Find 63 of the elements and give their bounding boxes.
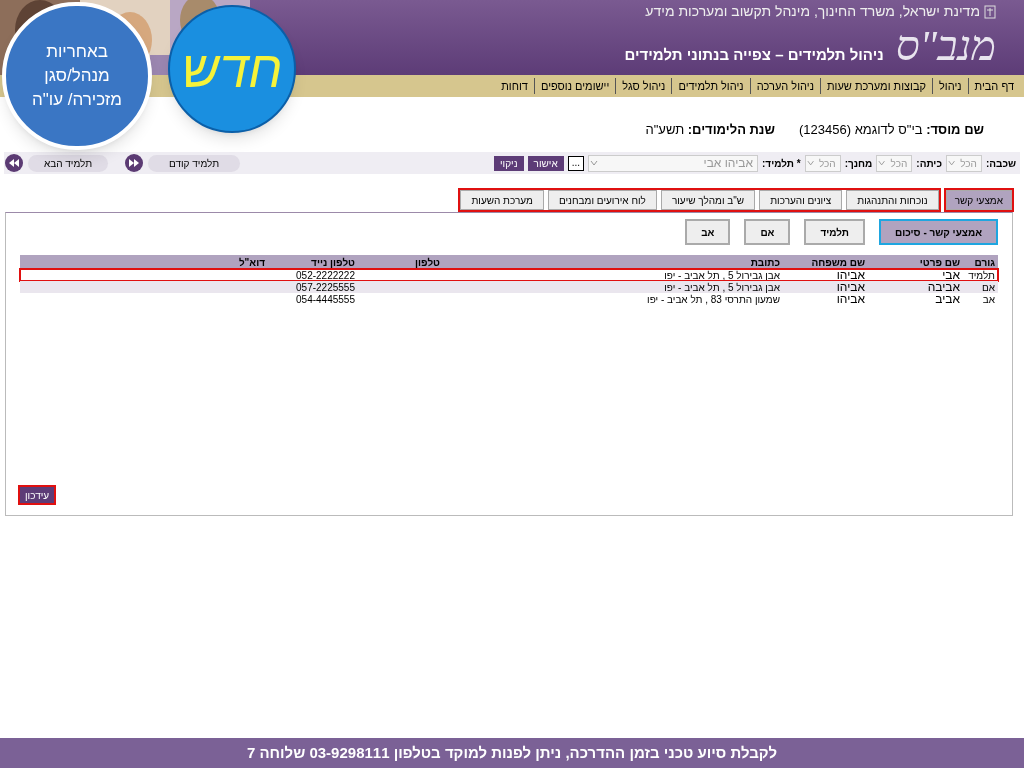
emblem-icon xyxy=(984,4,996,19)
tab[interactable]: לוח אירועים ומבחנים xyxy=(547,190,657,210)
column-header: דוא"ל xyxy=(237,255,266,270)
table-cell: אם xyxy=(981,281,995,293)
ministry-text: מדינת ישראל, משרד החינוך, מינהל תקשוב ומערכות מידע xyxy=(645,2,980,21)
tab[interactable]: מערכת השעות xyxy=(460,190,544,210)
column-header: טלפון נייד xyxy=(310,255,356,270)
prev-student-button[interactable]: תלמיד קודם xyxy=(148,154,240,172)
column-header: כתובת xyxy=(749,255,781,270)
table-cell: אבן גבירול 5 , תל אביב - יפו xyxy=(664,269,780,281)
tab[interactable]: אמצעי קשר xyxy=(945,190,1012,210)
nav-link[interactable]: יישומים נוספים xyxy=(533,77,616,95)
nav-link[interactable]: ניהול xyxy=(931,77,968,95)
logo: מנב"ס xyxy=(895,24,996,68)
table-cell: תלמיד xyxy=(968,269,995,281)
column-header: שם פרטי xyxy=(918,255,961,270)
browse-button[interactable]: ... xyxy=(567,155,585,171)
institution-name: שם מוסד: בי"ס לדוגמא (123456) xyxy=(798,120,984,139)
table-cell: אביהו xyxy=(836,280,865,294)
sub-tab[interactable]: אב xyxy=(685,219,731,245)
table-cell: אביב xyxy=(935,292,960,306)
nav-link[interactable]: דף הבית xyxy=(967,77,1020,95)
tab[interactable]: ציונים והערכות xyxy=(759,190,843,210)
column-header: שם משפחה xyxy=(810,255,866,270)
sub-tab[interactable]: אמצעי קשר - סיכום xyxy=(879,219,998,245)
nav-link[interactable]: קבוצות ומערכת שעות xyxy=(819,77,932,95)
page-title: ניהול תלמידים – צפייה בנתוני תלמידים xyxy=(624,44,884,65)
column-header: טלפון xyxy=(414,255,441,270)
nav-link[interactable]: ניהול סגל xyxy=(615,77,672,95)
caret-icon xyxy=(946,159,957,167)
table-cell: אבי xyxy=(942,268,960,282)
update-button[interactable]: עידכון xyxy=(20,487,55,503)
caret-icon xyxy=(805,159,815,167)
school-year: שנת הלימודים: תשע"ה xyxy=(645,120,775,139)
double-arrow-right-icon xyxy=(124,153,144,173)
table-cell: אביהו xyxy=(836,268,865,282)
table-cell: שמעון התרסי 83 , תל אביב - יפו xyxy=(647,293,780,305)
column-header: גורם xyxy=(973,255,996,270)
table-cell: אביבה xyxy=(927,280,960,294)
filter-label: מחנך: xyxy=(844,156,873,171)
next-student-button[interactable]: תלמיד הבא xyxy=(28,154,108,172)
table-cell: 054-4445555 xyxy=(296,293,355,305)
table-cell: אביהו xyxy=(836,292,865,306)
tab[interactable]: ש"ב ומהלך שיעור xyxy=(660,190,756,210)
filter-label: שכבה: xyxy=(985,156,1016,171)
nav-link[interactable]: ניהול תלמידים xyxy=(671,77,750,95)
nav-link[interactable]: דוחות xyxy=(495,77,534,95)
support-text: לקבלת סיוע טכני בזמן ההדרכה, ניתן לפנות למוקד בטלפון 03-9298111 שלוחה 7 xyxy=(246,742,778,763)
double-arrow-left-icon xyxy=(4,153,24,173)
filter-label: * תלמיד: xyxy=(762,156,801,171)
table-cell: 057-2225555 xyxy=(296,281,355,293)
nav-link[interactable]: ניהול הערכה xyxy=(749,77,820,95)
caret-icon xyxy=(877,159,887,167)
table-cell: אב xyxy=(982,293,995,305)
table-cell: אבן גבירול 5 , תל אביב - יפו xyxy=(664,281,780,293)
filter-label: כיתה: xyxy=(916,156,942,171)
ok-button[interactable]: אישור xyxy=(527,155,564,171)
sub-tab[interactable]: תלמיד xyxy=(804,219,866,245)
sub-tab[interactable]: אם xyxy=(744,219,791,245)
table-cell: 052-2222222 xyxy=(296,269,355,281)
tab[interactable]: נוכחות והתנהגות xyxy=(846,190,939,210)
clear-button[interactable]: ניקוי xyxy=(493,155,524,171)
caret-icon xyxy=(589,159,600,167)
